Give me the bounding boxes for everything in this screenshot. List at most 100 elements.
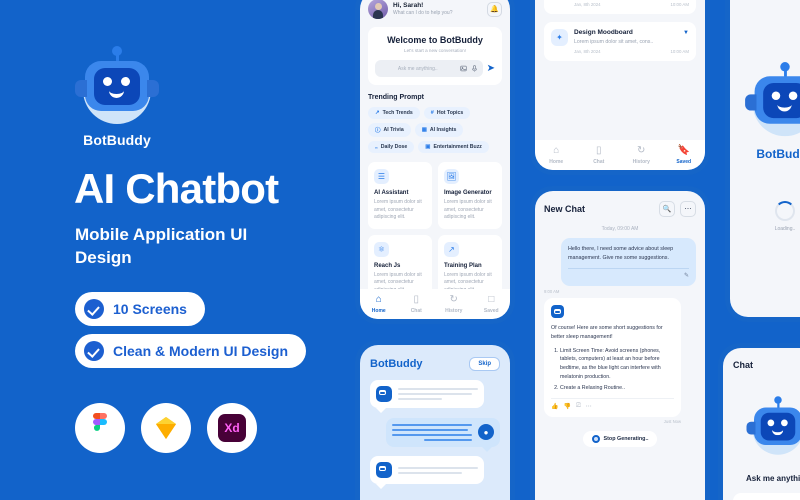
- card-title: Reach Js: [374, 262, 401, 269]
- robot-mascot-icon: [75, 46, 159, 126]
- more-icon[interactable]: ⋯: [680, 201, 696, 217]
- nav-item-chat[interactable]: ▯ Chat: [578, 145, 621, 165]
- hero-panel: BotBuddy AI Chatbot Mobile Application U…: [0, 0, 350, 500]
- nav-item-history[interactable]: ↻ History: [435, 293, 473, 314]
- mic-icon[interactable]: [471, 65, 478, 72]
- welcome-subtitle: Let's start a new conversation!: [404, 48, 466, 53]
- saved-date: Jan, 8th 2024: [574, 2, 601, 7]
- image-icon[interactable]: [459, 65, 467, 72]
- copy-icon[interactable]: ⎚: [576, 403, 581, 410]
- suggestion-card[interactable]: Make a content for a newsletter featurin…: [733, 493, 800, 500]
- check-icon: [84, 299, 104, 319]
- nav-item-history[interactable]: ↻ History: [620, 145, 663, 165]
- nav-item-chat[interactable]: ▯ Chat: [398, 293, 436, 314]
- welcome-card: Welcome to BotBuddy Let's start a new co…: [368, 27, 502, 85]
- nav-item-saved[interactable]: 🔖 Saved: [663, 145, 706, 165]
- chip-label: Tech Trends: [382, 110, 413, 116]
- avatar[interactable]: [368, 0, 388, 19]
- bot-reactions: 👍 👎 ⎚ ⋯: [551, 398, 674, 410]
- nav-label: History: [632, 158, 650, 165]
- stop-generating-button[interactable]: Stop Generating..: [582, 431, 658, 448]
- card-title: Image Generator: [444, 190, 492, 196]
- xd-label: Xd: [218, 414, 246, 442]
- moodboard-icon: ✦: [551, 29, 568, 46]
- quote-icon: „: [375, 144, 378, 150]
- bell-icon[interactable]: 🔔: [487, 1, 502, 17]
- phone-saved-screen: ☕ Cooking Recipes Idea ▼ Lorem ipsum dol…: [530, 0, 710, 175]
- chat-bubble-user: Hello there, I need some advice about sl…: [561, 238, 696, 287]
- xd-icon: Xd: [207, 403, 257, 453]
- ask-screen-title: Chat: [733, 360, 753, 370]
- stop-icon: [591, 435, 600, 444]
- ask-hero: Ask me anything: [723, 388, 800, 483]
- bot-avatar-icon: [551, 305, 564, 319]
- list-item: Limit Screen Time: Avoid screens (phones…: [560, 347, 674, 382]
- saved-time: 10:00 AM: [670, 49, 689, 54]
- nav-label: Saved: [676, 158, 692, 165]
- robot-mascot-icon: [746, 396, 800, 457]
- chip-daily-dose[interactable]: „ Daily Dose: [368, 141, 415, 153]
- ask-input-wrap[interactable]: Ask me anything..: [375, 60, 483, 77]
- poster-canvas: BotBuddy AI Chatbot Mobile Application U…: [0, 0, 800, 500]
- loading-label: Loading..: [774, 226, 796, 232]
- arrows-icon: ↗: [444, 241, 459, 257]
- send-icon[interactable]: ➤: [487, 63, 495, 74]
- figma-icon: [75, 403, 125, 453]
- phone-home-screen: Hi, Sarah! What can I do to help you? 🔔 …: [355, 0, 515, 324]
- card-image-generator[interactable]: 🖼 Image Generator Lorem ipsum dolor sit …: [438, 162, 502, 229]
- nav-item-home[interactable]: ⌂ Home: [535, 144, 578, 165]
- ask-headline: Ask me anything: [745, 474, 800, 483]
- thumb-up-icon[interactable]: 👍: [551, 403, 558, 410]
- bot-suggestion-list: Limit Screen Time: Avoid screens (phones…: [560, 347, 674, 393]
- ask-bar: Ask me anything.. ➤: [375, 60, 495, 77]
- chip-label: Hot Topics: [436, 110, 464, 116]
- history-icon: ↻: [449, 293, 458, 305]
- image-plus-icon: 🖼: [444, 169, 459, 184]
- chip-ai-insights[interactable]: ▦ AI Insights: [414, 123, 464, 137]
- sketch-icon: [141, 403, 191, 453]
- chip-hot-topics[interactable]: # Hot Topics: [423, 107, 471, 119]
- chip-label: AI Trivia: [383, 127, 404, 133]
- phone-chat-screen: New Chat 🔍 ⋯ Today, 09:00 AM Hello there…: [530, 186, 710, 500]
- trend-up-icon: ↗: [375, 110, 380, 116]
- thumb-down-icon[interactable]: 👎: [563, 403, 570, 410]
- greeting-subtitle: What can I do to help you?: [393, 10, 453, 16]
- home-icon: ⌂: [553, 144, 560, 156]
- home-icon: ⌂: [375, 293, 382, 305]
- onboarding-title: BotBuddy: [370, 358, 423, 370]
- bot-intro-text: Of course! Here are some short suggestio…: [551, 325, 663, 341]
- home-header: Hi, Sarah! What can I do to help you? 🔔: [368, 0, 502, 19]
- saved-item-moodboard[interactable]: ✦ Design Moodboard ▼ Lorem ipsum dolor s…: [544, 22, 696, 61]
- card-ai-assistant[interactable]: ☰ AI Assistant Lorem ipsum dolor sit ame…: [368, 162, 432, 229]
- splash-brand-name: BotBuddy: [756, 147, 800, 161]
- tool-icons: Xd: [75, 403, 257, 453]
- phone-splash-screen: BotBuddy Loading..: [725, 0, 800, 322]
- nav-item-home[interactable]: ⌂ Home: [360, 293, 398, 314]
- bottom-nav: ⌂ Home ▯ Chat ↻ History 🔖 Saved: [535, 140, 705, 170]
- edit-icon[interactable]: ✎: [568, 272, 689, 279]
- skip-button[interactable]: Skip: [469, 357, 500, 371]
- chat-icon: ▯: [413, 293, 419, 305]
- feature-cards: ☰ AI Assistant Lorem ipsum dolor sit ame…: [368, 162, 502, 301]
- nav-label: Chat: [593, 158, 605, 165]
- chip-ai-trivia[interactable]: ⓘ AI Trivia: [368, 123, 411, 137]
- bottom-nav: ⌂ Home ▯ Chat ↻ History □ Saved: [360, 289, 510, 319]
- phone-ask-screen: Chat Ask me anything Make a content for …: [718, 343, 800, 500]
- chip-tech-trends[interactable]: ↗ Tech Trends: [368, 107, 420, 119]
- page-subtitle: Mobile Application UI Design: [75, 225, 248, 267]
- bot-avatar-icon: [376, 386, 392, 402]
- chip-entertainment-buzz[interactable]: ▣ Entertainment Buzz: [418, 141, 489, 153]
- saved-desc: Lorem ipsum dolor sit amet, cons..: [574, 39, 654, 45]
- saved-date: Jan, 8th 2024: [574, 49, 601, 54]
- nav-item-saved[interactable]: □ Saved: [473, 294, 511, 314]
- search-icon[interactable]: 🔍: [659, 201, 675, 217]
- badge-label: Clean & Modern UI Design: [113, 343, 289, 359]
- check-icon: [84, 341, 104, 361]
- assistant-icon: ☰: [374, 169, 389, 184]
- chevron-down-icon[interactable]: ▼: [683, 30, 689, 36]
- more-icon[interactable]: ⋯: [586, 403, 592, 410]
- react-icon: ⚛: [374, 241, 389, 257]
- hash-icon: #: [430, 110, 434, 116]
- saved-item-cooking[interactable]: ☕ Cooking Recipes Idea ▼ Lorem ipsum dol…: [544, 0, 696, 14]
- ask-placeholder: Ask me anything..: [397, 65, 438, 72]
